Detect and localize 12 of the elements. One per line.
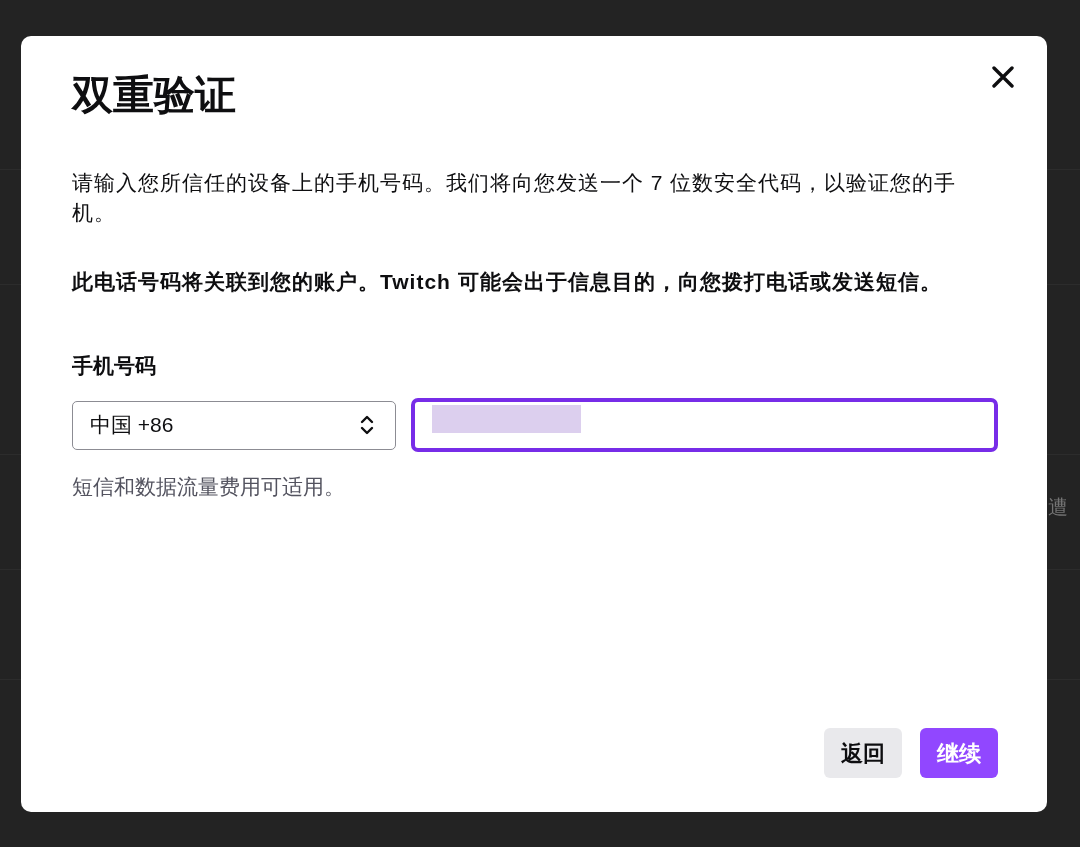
- notice-text: 此电话号码将关联到您的账户。Twitch 可能会出于信息目的，向您拨打电话或发送短信。: [72, 269, 943, 295]
- phone-input[interactable]: [411, 398, 998, 452]
- background-text: 遭: [1048, 495, 1068, 519]
- dialog-title: 双重验证: [72, 71, 236, 119]
- chevron-up-down-icon: [360, 415, 374, 435]
- hint-text: 短信和数据流量费用可适用。: [72, 474, 346, 500]
- country-select[interactable]: 中国 +86: [72, 400, 396, 450]
- description-text: 请输入您所信任的设备上的手机号码。我们将向您发送一个 7 位数安全代码，以验证您的手机。: [72, 170, 958, 226]
- phone-number-label: 手机号码: [72, 353, 157, 379]
- back-button[interactable]: 返回: [824, 728, 902, 778]
- close-icon: [992, 66, 1014, 88]
- continue-button[interactable]: 继续: [920, 728, 998, 778]
